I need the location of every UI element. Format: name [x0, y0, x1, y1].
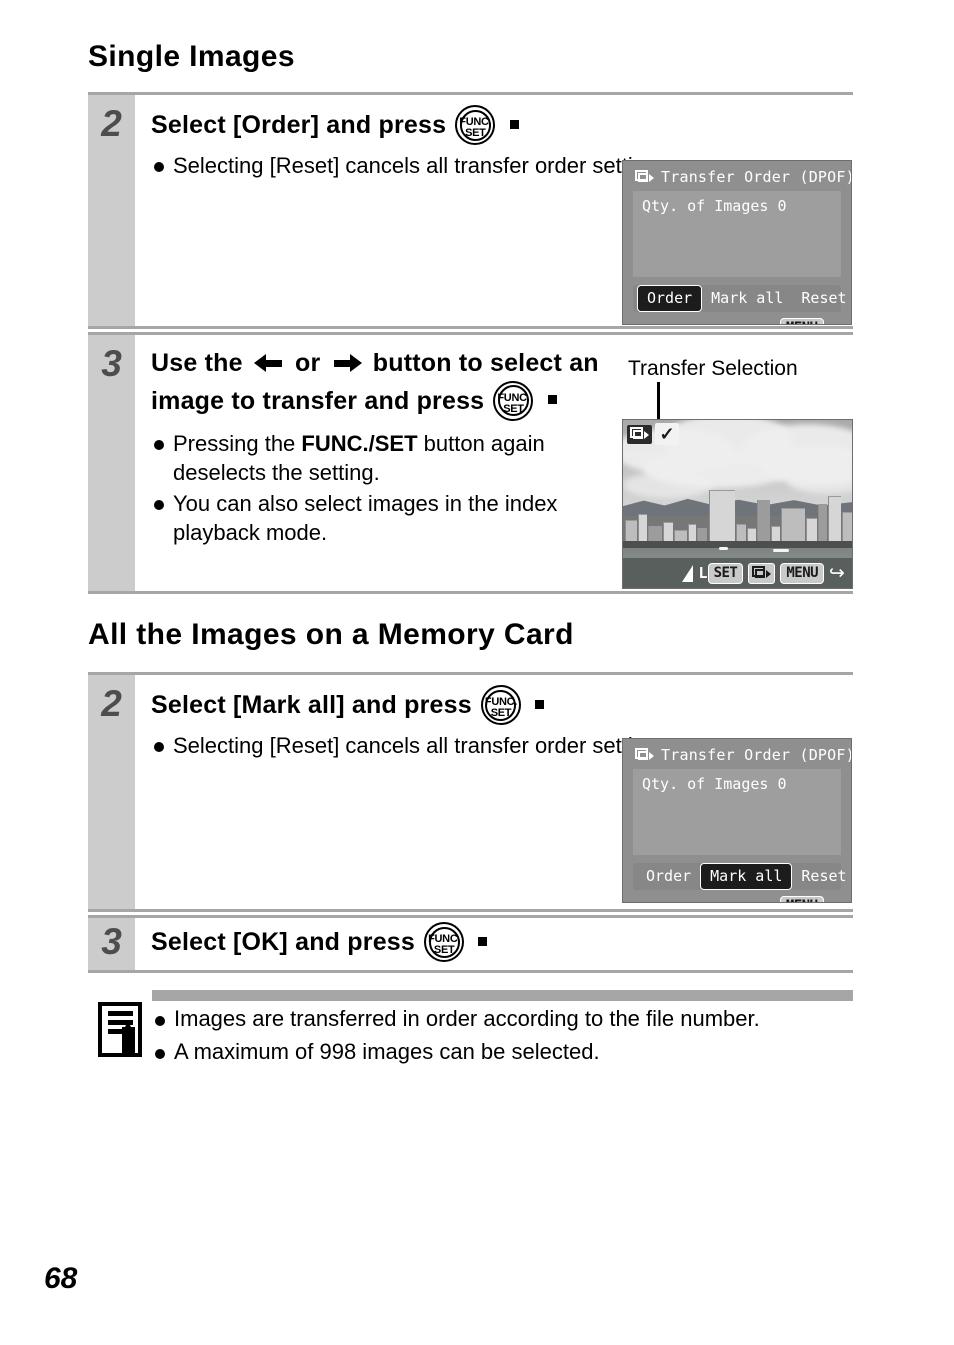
step-title-text-b: or — [295, 349, 321, 378]
step-number-column: 2 — [88, 95, 135, 326]
return-arrow-icon: ↩ — [828, 895, 839, 902]
right-arrow-icon — [332, 352, 362, 374]
lcd-title-bar: Transfer Order (DPOF) — [623, 739, 851, 769]
note-divider — [152, 990, 853, 1001]
lcd-title-bar: Transfer Order (DPOF) — [623, 161, 851, 191]
period-square — [509, 119, 519, 129]
qty-of-images-label: Qty. of Images 0 — [642, 197, 787, 215]
return-arrow-icon: ↩ — [828, 317, 839, 324]
lcd-footer: MENU ↩ — [623, 895, 839, 902]
image-quality-icon — [682, 564, 697, 582]
list-item: A maximum of 998 images can be selected. — [152, 1037, 812, 1068]
step-number: 2 — [101, 683, 122, 724]
bullet-text-bold: FUNC./SET — [301, 430, 418, 456]
step-body: Select [OK] and press FUNC. SET — [135, 918, 853, 970]
funcset-line2: SET — [503, 402, 524, 415]
lcd-transfer-order-menu-2: Transfer Order (DPOF) Qty. of Images 0 O… — [622, 738, 852, 903]
manual-page: Single Images 2 Select [Order] and press… — [0, 0, 954, 1345]
set-chip: SET — [707, 562, 744, 584]
menu-chip: MENU — [780, 562, 825, 584]
period-square — [478, 936, 488, 946]
step-title: Use the or button to select an image to … — [151, 345, 611, 421]
step-title: Select [OK] and press FUNC. SET — [151, 922, 853, 962]
lcd-button-reset[interactable]: Reset — [792, 864, 851, 889]
period-square — [535, 699, 545, 709]
memo-pencil-icon — [98, 1002, 142, 1057]
skyline-group — [623, 487, 852, 548]
lcd-footer: MENU ↩ — [623, 317, 839, 324]
note-list: Images are transferred in order accordin… — [152, 1004, 812, 1068]
menu-chip: MENU — [779, 318, 824, 324]
transfer-icon-badge — [627, 424, 652, 444]
funcset-button-icon: FUNC. SET — [424, 922, 465, 962]
callout-label-transfer-selection: Transfer Selection — [628, 357, 798, 380]
list-item: You can also select images in the index … — [151, 489, 631, 547]
lcd-button-row: Order Mark all Reset — [633, 285, 847, 312]
section-heading-single-images: Single Images — [88, 40, 295, 73]
funcset-button-icon: FUNC. SET — [480, 685, 521, 725]
lcd-button-mark-all[interactable]: Mark all — [702, 286, 792, 311]
funcset-line2: SET — [433, 944, 455, 956]
step-number-column: 2 — [88, 675, 135, 909]
lcd-content-panel: Qty. of Images 0 — [633, 191, 841, 277]
lcd-content-panel: Qty. of Images 0 — [633, 769, 841, 855]
photo-top-status-bar: ✓ — [623, 420, 683, 448]
step-title: Select [Mark all] and press FUNC. SET — [151, 685, 853, 725]
step-number-column: 3 — [88, 335, 135, 591]
lcd-button-reset[interactable]: Reset — [792, 286, 851, 311]
funcset-line1: FUNC. — [497, 391, 530, 404]
step-number-column: 3 — [88, 918, 135, 970]
bullet-text-pre: Pressing the — [173, 430, 302, 456]
step-title: Select [Order] and press FUNC. SET — [151, 105, 853, 145]
transfer-icon — [635, 747, 654, 763]
list-item: Images are transferred in order accordin… — [152, 1004, 812, 1035]
step-number: 3 — [101, 343, 122, 384]
transfer-icon — [752, 565, 772, 581]
page-number: 68 — [44, 1262, 78, 1295]
lcd-title-text: Transfer Order (DPOF) — [661, 746, 852, 764]
funcset-line2: SET — [490, 707, 512, 719]
section-heading-all-images: All the Images on a Memory Card — [88, 618, 574, 651]
lcd-photo-playback: ✓ L SET MENU ↩ — [622, 419, 853, 589]
step-number: 2 — [101, 103, 122, 144]
transfer-icon — [630, 426, 649, 442]
transfer-chip — [748, 562, 776, 584]
funcset-button-icon: FUNC. SET — [455, 105, 496, 145]
lcd-title-text: Transfer Order (DPOF) — [661, 168, 852, 186]
step-title-text: Select [Mark all] and press — [151, 690, 472, 719]
qty-of-images-label: Qty. of Images 0 — [642, 775, 787, 793]
transfer-selection-checkbox[interactable]: ✓ — [655, 423, 679, 445]
step-title-text-a: Use the — [151, 349, 243, 378]
photo-bottom-right-group: SET MENU ↩ — [707, 562, 845, 584]
image-size-label: L — [698, 564, 708, 582]
step-block-2-3: 3 Select [OK] and press FUNC. SET — [88, 915, 853, 973]
step-number: 3 — [101, 921, 122, 962]
step-bullet-list: Pressing the FUNC./SET button again dese… — [151, 429, 631, 547]
transfer-icon — [635, 169, 654, 185]
lcd-button-row: Order Mark all Reset — [633, 863, 847, 890]
lcd-button-mark-all[interactable]: Mark all — [700, 863, 793, 890]
menu-chip: MENU — [779, 896, 824, 902]
left-arrow-icon — [253, 352, 284, 374]
lcd-transfer-order-menu-1: Transfer Order (DPOF) Qty. of Images 0 O… — [622, 160, 852, 325]
funcset-button-icon: FUNC. SET — [493, 380, 534, 421]
step-title-text: Select [OK] and press — [151, 927, 416, 956]
lcd-button-order[interactable]: Order — [637, 864, 700, 889]
lcd-button-order[interactable]: Order — [637, 285, 703, 312]
step-title-text: Select [Order] and press — [151, 110, 447, 139]
funcset-line2: SET — [465, 127, 486, 139]
period-square — [547, 395, 557, 405]
return-arrow-icon: ↩ — [829, 562, 845, 584]
list-item: Pressing the FUNC./SET button again dese… — [151, 429, 631, 487]
photo-bottom-status-bar: L SET MENU ↩ — [623, 558, 852, 588]
